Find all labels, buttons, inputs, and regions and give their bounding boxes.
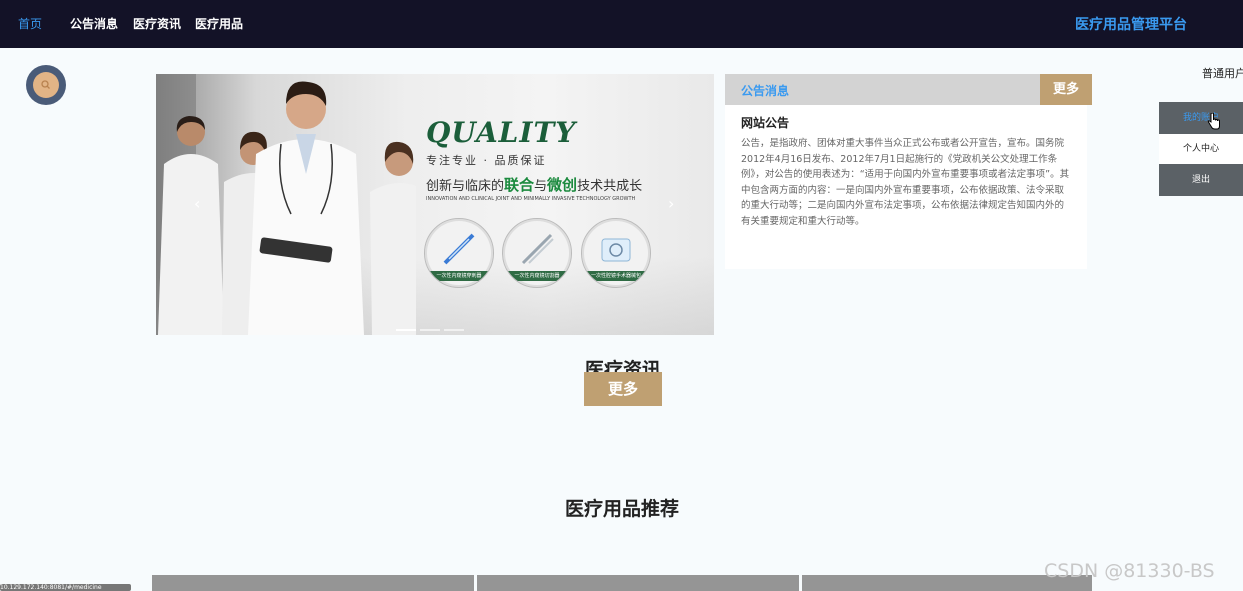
- carousel-dot-3[interactable]: [444, 329, 464, 331]
- news-more-button[interactable]: 更多: [584, 372, 662, 406]
- nav-notices[interactable]: 公告消息: [70, 15, 118, 32]
- product-caption-2: 一次性内窥镜切割器: [503, 271, 571, 281]
- notice-panel: 公告消息 更多 网站公告 公告，是指政府、团体对重大事件当众正式公布或者公开宣告…: [725, 74, 1092, 269]
- banner-headline: QUALITY: [426, 116, 577, 149]
- product-circle-2: 一次性内窥镜切割器: [502, 218, 572, 288]
- notice-header: 公告消息: [725, 74, 1087, 105]
- nav-home[interactable]: 首页: [18, 15, 42, 32]
- banner-slogan-en: INNOVATION AND CLINICAL JOINT AND MINIMA…: [426, 196, 636, 202]
- banner-carousel[interactable]: QUALITY 专注专业 · 品质保证 创新与临床的联合与微创技术共成长 INN…: [156, 74, 714, 335]
- product-caption-1: 一次性内窥镜穿刺器: [425, 271, 493, 281]
- notice-more-button[interactable]: 更多: [1040, 74, 1092, 105]
- hand-cursor-icon: [1207, 113, 1220, 130]
- banner-slogan-1: 专注专业 · 品质保证: [426, 154, 547, 167]
- browser-status-url: 10.129.172.140:8081/#/medicine: [0, 584, 131, 591]
- nav-news[interactable]: 医疗资讯: [133, 15, 181, 32]
- product-card-1[interactable]: [152, 575, 474, 591]
- carousel-next-arrow[interactable]: ›: [668, 194, 674, 213]
- product-circle-3: 一次性腔镜手术器械包: [581, 218, 651, 288]
- search-button[interactable]: [26, 65, 66, 105]
- product-card-2[interactable]: [477, 575, 799, 591]
- cutter-icon: [521, 233, 554, 265]
- menu-profile[interactable]: 个人中心: [1159, 134, 1243, 164]
- product-circle-1: 一次性内窥镜穿刺器: [424, 218, 494, 288]
- instrument-kit-icon: [601, 238, 631, 262]
- csdn-watermark: CSDN @81330-BS: [1044, 560, 1215, 582]
- user-role-label[interactable]: 普通用户: [1202, 65, 1243, 81]
- recommend-section-title: 医疗用品推荐: [565, 498, 680, 520]
- product-caption-3: 一次性腔镜手术器械包: [582, 271, 650, 281]
- carousel-indicators: [396, 316, 468, 335]
- menu-logout[interactable]: 退出: [1159, 164, 1243, 196]
- trocar-icon: [443, 233, 475, 265]
- notice-panel-title: 公告消息: [741, 84, 790, 98]
- nav-products[interactable]: 医疗用品: [195, 15, 243, 32]
- carousel-dot-1[interactable]: [396, 329, 416, 331]
- user-dropdown-menu: 我的账户 个人中心 退出: [1159, 102, 1243, 196]
- search-icon: [41, 80, 50, 89]
- notice-body-text: 公告，是指政府、团体对重大事件当众正式公布或者公开宣告，宣布。国务院2012年4…: [741, 138, 1070, 227]
- carousel-dot-2[interactable]: [420, 329, 440, 331]
- banner-slogan-2: 创新与临床的联合与微创技术共成长: [426, 176, 643, 194]
- top-navbar: 首页 公告消息 医疗资讯 医疗用品 医疗用品管理平台: [0, 0, 1243, 48]
- notice-subtitle[interactable]: 网站公告: [741, 114, 789, 131]
- carousel-prev-arrow[interactable]: ‹: [194, 194, 200, 213]
- site-brand-title: 医疗用品管理平台: [1075, 17, 1187, 33]
- menu-my-account[interactable]: 我的账户: [1159, 102, 1243, 134]
